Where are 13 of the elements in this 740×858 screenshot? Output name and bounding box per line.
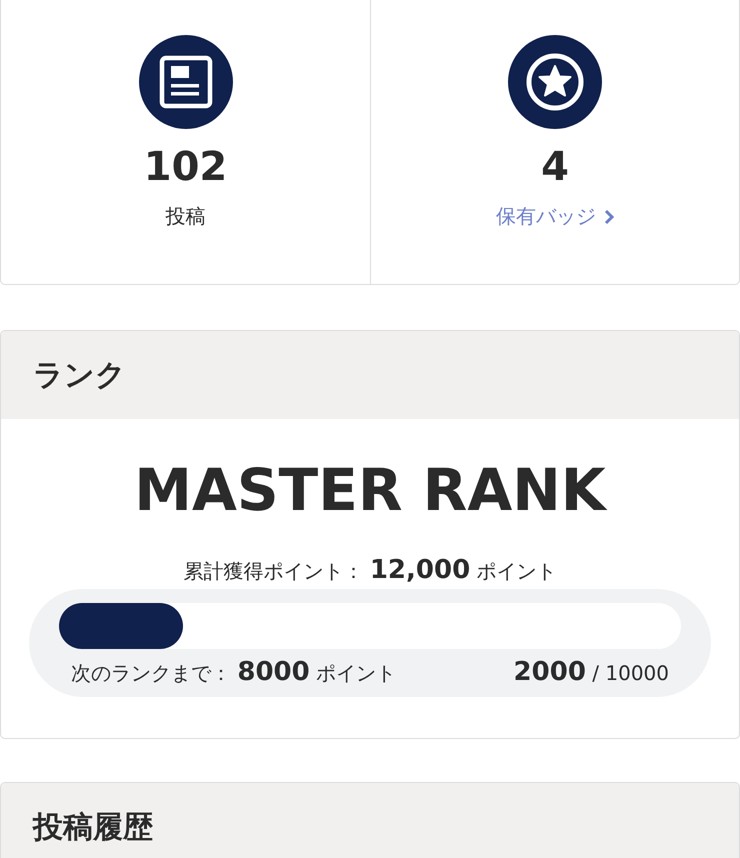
section-title: ランク [33, 356, 126, 394]
rank-name: MASTER RANK [134, 459, 606, 523]
stat-label: 投稿 [166, 203, 206, 230]
chevron-right-icon [604, 208, 614, 224]
section-title: 投稿履歴 [33, 808, 153, 846]
document-icon [138, 35, 232, 129]
next-rank-points: 次のランクまで： 8000 ポイント [71, 656, 396, 687]
badges-link[interactable]: 保有バッジ [496, 203, 614, 230]
stat-value: 102 [144, 145, 228, 189]
star-badge-icon [508, 35, 602, 129]
stat-value: 4 [541, 145, 569, 189]
total-points: 累計獲得ポイント： 12,000 ポイント [183, 554, 557, 585]
progress-count: 2000 / 10000 [514, 656, 669, 687]
